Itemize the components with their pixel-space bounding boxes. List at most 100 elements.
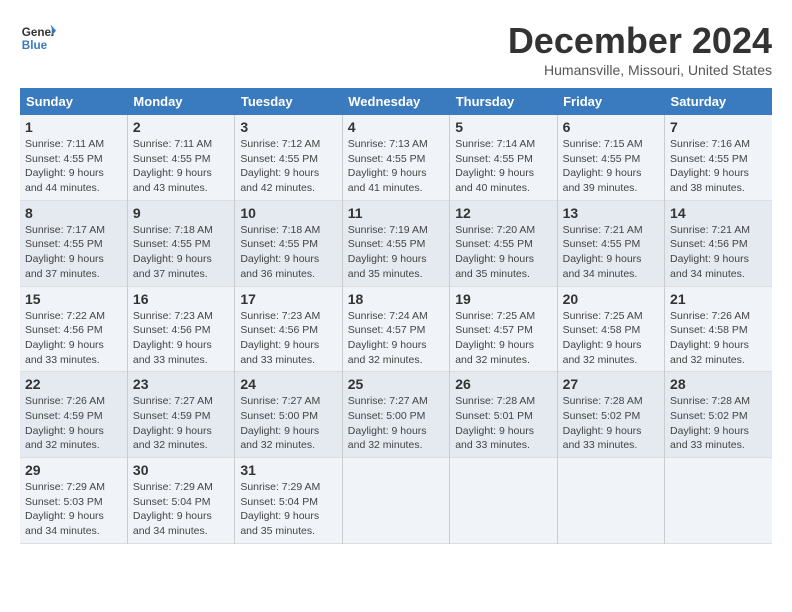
calendar-cell-week5-day2: 30Sunrise: 7:29 AM Sunset: 5:04 PM Dayli… bbox=[127, 458, 234, 544]
day-info: Sunrise: 7:14 AM Sunset: 4:55 PM Dayligh… bbox=[455, 137, 551, 196]
day-number: 11 bbox=[348, 205, 444, 221]
day-info: Sunrise: 7:28 AM Sunset: 5:02 PM Dayligh… bbox=[563, 394, 659, 453]
calendar-cell-week1-day6: 6 Sunrise: 7:15 AM Sunset: 4:55 PM Daylig… bbox=[557, 115, 664, 200]
day-number: 2 bbox=[133, 119, 229, 135]
day-number: 12 bbox=[455, 205, 551, 221]
day-info: Sunrise: 7:19 AM Sunset: 4:55 PM Dayligh… bbox=[348, 223, 444, 282]
calendar-cell-week4-day7: 28 Sunrise: 7:28 AM Sunset: 5:02 PM Dayli… bbox=[665, 372, 772, 458]
day-number: 5 bbox=[455, 119, 551, 135]
weekday-header-sunday: Sunday bbox=[20, 88, 127, 115]
calendar-cell-week3-day7: 21 Sunrise: 7:26 AM Sunset: 4:58 PM Dayli… bbox=[665, 286, 772, 372]
day-number: 10 bbox=[240, 205, 336, 221]
day-number: 16 bbox=[133, 291, 229, 307]
day-number: 6 bbox=[563, 119, 659, 135]
day-number: 20 bbox=[563, 291, 659, 307]
day-info: Sunrise: 7:28 AM Sunset: 5:02 PM Dayligh… bbox=[670, 394, 767, 453]
day-number: 15 bbox=[25, 291, 122, 307]
svg-text:General: General bbox=[22, 26, 56, 39]
calendar-cell-week4-day4: 25 Sunrise: 7:27 AM Sunset: 5:00 PM Dayli… bbox=[342, 372, 449, 458]
day-number: 13 bbox=[563, 205, 659, 221]
day-number: 27 bbox=[563, 376, 659, 392]
week-row-1: 1 Sunrise: 7:11 AM Sunset: 4:55 PM Daylig… bbox=[20, 115, 772, 200]
day-info: Sunrise: 7:28 AM Sunset: 5:01 PM Dayligh… bbox=[455, 394, 551, 453]
day-number: 3 bbox=[240, 119, 336, 135]
weekday-header-row: SundayMondayTuesdayWednesdayThursdayFrid… bbox=[20, 88, 772, 115]
calendar-cell-week2-day2: 9 Sunrise: 7:18 AM Sunset: 4:55 PM Daylig… bbox=[127, 200, 234, 286]
day-number: 24 bbox=[240, 376, 336, 392]
day-number: 17 bbox=[240, 291, 336, 307]
title-block: December 2024 Humansville, Missouri, Uni… bbox=[508, 20, 772, 78]
week-row-5: 29 Sunrise: 7:29 AM Sunset: 5:03 PM Dayli… bbox=[20, 458, 772, 544]
weekday-header-thursday: Thursday bbox=[450, 88, 557, 115]
day-number: 21 bbox=[670, 291, 767, 307]
day-info: Sunrise: 7:29 AM Sunset: 5:03 PM Dayligh… bbox=[25, 480, 122, 539]
weekday-header-saturday: Saturday bbox=[665, 88, 772, 115]
calendar-cell-week3-day2: 16Sunrise: 7:23 AM Sunset: 4:56 PM Dayli… bbox=[127, 286, 234, 372]
day-number: 26 bbox=[455, 376, 551, 392]
calendar-cell-week2-day3: 10 Sunrise: 7:18 AM Sunset: 4:55 PM Dayli… bbox=[235, 200, 342, 286]
day-info: Sunrise: 7:29 AM Sunset: 5:04 PM Dayligh… bbox=[133, 480, 229, 539]
day-info: Sunrise: 7:21 AM Sunset: 4:55 PM Dayligh… bbox=[563, 223, 659, 282]
calendar-cell-week1-day1: 1 Sunrise: 7:11 AM Sunset: 4:55 PM Daylig… bbox=[20, 115, 127, 200]
day-info: Sunrise: 7:25 AM Sunset: 4:58 PM Dayligh… bbox=[563, 309, 659, 368]
day-number: 18 bbox=[348, 291, 444, 307]
day-number: 22 bbox=[25, 376, 122, 392]
logo-icon: General Blue bbox=[20, 20, 56, 56]
weekday-header-tuesday: Tuesday bbox=[235, 88, 342, 115]
day-number: 4 bbox=[348, 119, 444, 135]
day-info: Sunrise: 7:11 AM Sunset: 4:55 PM Dayligh… bbox=[25, 137, 122, 196]
day-info: Sunrise: 7:17 AM Sunset: 4:55 PM Dayligh… bbox=[25, 223, 122, 282]
calendar-cell-week3-day5: 19Sunrise: 7:25 AM Sunset: 4:57 PM Dayli… bbox=[450, 286, 557, 372]
day-info: Sunrise: 7:18 AM Sunset: 4:55 PM Dayligh… bbox=[133, 223, 229, 282]
calendar-cell-week4-day2: 23Sunrise: 7:27 AM Sunset: 4:59 PM Dayli… bbox=[127, 372, 234, 458]
weekday-header-monday: Monday bbox=[127, 88, 234, 115]
day-number: 14 bbox=[670, 205, 767, 221]
day-info: Sunrise: 7:21 AM Sunset: 4:56 PM Dayligh… bbox=[670, 223, 767, 282]
day-number: 9 bbox=[133, 205, 229, 221]
svg-text:Blue: Blue bbox=[22, 39, 48, 52]
calendar-cell-week2-day4: 11 Sunrise: 7:19 AM Sunset: 4:55 PM Dayli… bbox=[342, 200, 449, 286]
day-info: Sunrise: 7:27 AM Sunset: 5:00 PM Dayligh… bbox=[348, 394, 444, 453]
month-title: December 2024 bbox=[508, 20, 772, 62]
calendar-cell-week4-day1: 22Sunrise: 7:26 AM Sunset: 4:59 PM Dayli… bbox=[20, 372, 127, 458]
day-info: Sunrise: 7:23 AM Sunset: 4:56 PM Dayligh… bbox=[240, 309, 336, 368]
day-number: 8 bbox=[25, 205, 122, 221]
day-number: 7 bbox=[670, 119, 767, 135]
location: Humansville, Missouri, United States bbox=[508, 62, 772, 78]
day-number: 28 bbox=[670, 376, 767, 392]
calendar-cell-week3-day4: 18 Sunrise: 7:24 AM Sunset: 4:57 PM Dayli… bbox=[342, 286, 449, 372]
calendar-cell-week3-day6: 20 Sunrise: 7:25 AM Sunset: 4:58 PM Dayli… bbox=[557, 286, 664, 372]
logo: General Blue bbox=[20, 20, 60, 56]
calendar-cell-week3-day1: 15 Sunrise: 7:22 AM Sunset: 4:56 PM Dayli… bbox=[20, 286, 127, 372]
calendar-cell-week4-day5: 26 Sunrise: 7:28 AM Sunset: 5:01 PM Dayli… bbox=[450, 372, 557, 458]
calendar-cell-week1-day7: 7 Sunrise: 7:16 AM Sunset: 4:55 PM Daylig… bbox=[665, 115, 772, 200]
day-info: Sunrise: 7:15 AM Sunset: 4:55 PM Dayligh… bbox=[563, 137, 659, 196]
calendar-cell-week5-day6 bbox=[557, 458, 664, 544]
day-info: Sunrise: 7:24 AM Sunset: 4:57 PM Dayligh… bbox=[348, 309, 444, 368]
calendar-cell-week2-day1: 8 Sunrise: 7:17 AM Sunset: 4:55 PM Daylig… bbox=[20, 200, 127, 286]
week-row-3: 15 Sunrise: 7:22 AM Sunset: 4:56 PM Dayli… bbox=[20, 286, 772, 372]
day-number: 1 bbox=[25, 119, 122, 135]
calendar-cell-week2-day7: 14 Sunrise: 7:21 AM Sunset: 4:56 PM Dayli… bbox=[665, 200, 772, 286]
calendar-cell-week5-day4 bbox=[342, 458, 449, 544]
week-row-4: 22Sunrise: 7:26 AM Sunset: 4:59 PM Dayli… bbox=[20, 372, 772, 458]
calendar-cell-week1-day2: 2 Sunrise: 7:11 AM Sunset: 4:55 PM Daylig… bbox=[127, 115, 234, 200]
calendar-cell-week5-day7 bbox=[665, 458, 772, 544]
day-info: Sunrise: 7:25 AM Sunset: 4:57 PM Dayligh… bbox=[455, 309, 551, 368]
calendar-cell-week1-day4: 4Sunrise: 7:13 AM Sunset: 4:55 PM Daylig… bbox=[342, 115, 449, 200]
weekday-header-wednesday: Wednesday bbox=[342, 88, 449, 115]
day-info: Sunrise: 7:22 AM Sunset: 4:56 PM Dayligh… bbox=[25, 309, 122, 368]
day-info: Sunrise: 7:16 AM Sunset: 4:55 PM Dayligh… bbox=[670, 137, 767, 196]
calendar-cell-week2-day5: 12Sunrise: 7:20 AM Sunset: 4:55 PM Dayli… bbox=[450, 200, 557, 286]
page-header: General Blue December 2024 Humansville, … bbox=[20, 20, 772, 78]
day-info: Sunrise: 7:11 AM Sunset: 4:55 PM Dayligh… bbox=[133, 137, 229, 196]
calendar-cell-week5-day3: 31Sunrise: 7:29 AM Sunset: 5:04 PM Dayli… bbox=[235, 458, 342, 544]
day-info: Sunrise: 7:12 AM Sunset: 4:55 PM Dayligh… bbox=[240, 137, 336, 196]
calendar-cell-week2-day6: 13 Sunrise: 7:21 AM Sunset: 4:55 PM Dayli… bbox=[557, 200, 664, 286]
day-info: Sunrise: 7:27 AM Sunset: 4:59 PM Dayligh… bbox=[133, 394, 229, 453]
day-info: Sunrise: 7:18 AM Sunset: 4:55 PM Dayligh… bbox=[240, 223, 336, 282]
day-number: 25 bbox=[348, 376, 444, 392]
calendar-cell-week5-day5 bbox=[450, 458, 557, 544]
day-info: Sunrise: 7:26 AM Sunset: 4:58 PM Dayligh… bbox=[670, 309, 767, 368]
day-number: 29 bbox=[25, 462, 122, 478]
